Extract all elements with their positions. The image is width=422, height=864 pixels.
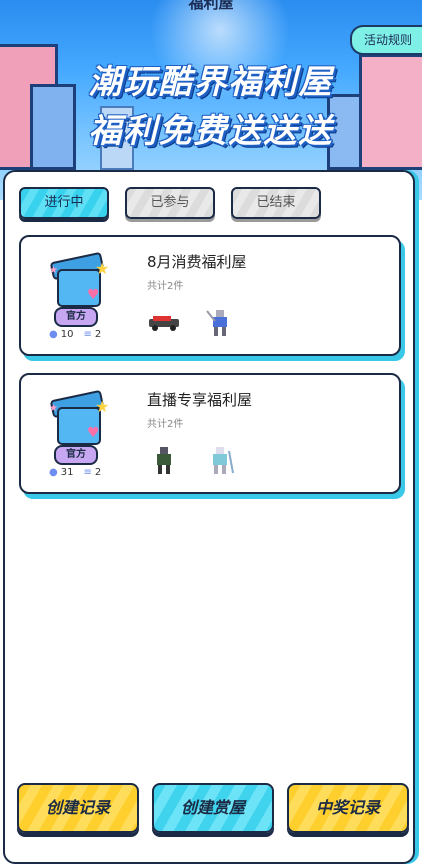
flame-icon: ● [49, 467, 58, 478]
toy-car-icon[interactable] [147, 307, 181, 337]
gift-box-icon: ★ ★ ♥ [49, 251, 109, 307]
create-house-button[interactable]: 创建赏屋 [152, 783, 274, 833]
items-count: 2 [94, 467, 102, 478]
create-record-button[interactable]: 创建记录 [17, 783, 139, 833]
main-panel: 进行中 已参与 已结束 ★ ★ ♥ 官方 ● 10 ≡ 2 8月消费福利屋 共计2件 [3, 170, 415, 864]
bottom-action-bar: 创建记录 创建赏屋 中奖记录 [17, 783, 409, 833]
activity-rules-button[interactable]: 活动规则 [349, 25, 422, 55]
official-badge: 官方 [54, 445, 98, 465]
flame-icon: ● [49, 329, 58, 340]
card-stats: ● 31 ≡ 2 [49, 467, 101, 478]
slogan-line-2: 福利免费送送送 [88, 111, 334, 150]
list-icon: ≡ [83, 329, 92, 340]
robot-figure-icon[interactable] [203, 307, 237, 337]
tab-ended[interactable]: 已结束 [231, 187, 321, 219]
robot-figure-icon[interactable] [147, 445, 181, 475]
welfare-house-card[interactable]: ★ ★ ♥ 官方 ● 10 ≡ 2 8月消费福利屋 共计2件 [19, 235, 401, 356]
items-count: 2 [94, 329, 102, 340]
welfare-house-card[interactable]: ★ ★ ♥ 官方 ● 31 ≡ 2 直播专享福利屋 共计2件 [19, 373, 401, 494]
tab-participated[interactable]: 已参与 [125, 187, 215, 219]
likes-count: 10 [60, 329, 74, 340]
prize-list [147, 307, 237, 337]
card-stats: ● 10 ≡ 2 [49, 329, 101, 340]
status-tabs: 进行中 已参与 已结束 [19, 187, 321, 219]
card-title: 直播专享福利屋 [147, 391, 253, 409]
gift-box-icon: ★ ★ ♥ [49, 389, 109, 445]
prize-list [147, 445, 237, 475]
robot-figure-icon[interactable] [203, 445, 237, 475]
likes-count: 31 [60, 467, 74, 478]
card-item-count: 共计2件 [147, 281, 184, 292]
card-title: 8月消费福利屋 [147, 253, 247, 271]
official-badge: 官方 [54, 307, 98, 327]
list-icon: ≡ [83, 467, 92, 478]
card-item-count: 共计2件 [147, 419, 184, 430]
page-title: 福利屋 [188, 0, 234, 12]
win-record-button[interactable]: 中奖记录 [287, 783, 409, 833]
slogan-line-1: 潮玩酷界福利屋 [88, 62, 334, 101]
tab-ongoing[interactable]: 进行中 [19, 187, 109, 219]
